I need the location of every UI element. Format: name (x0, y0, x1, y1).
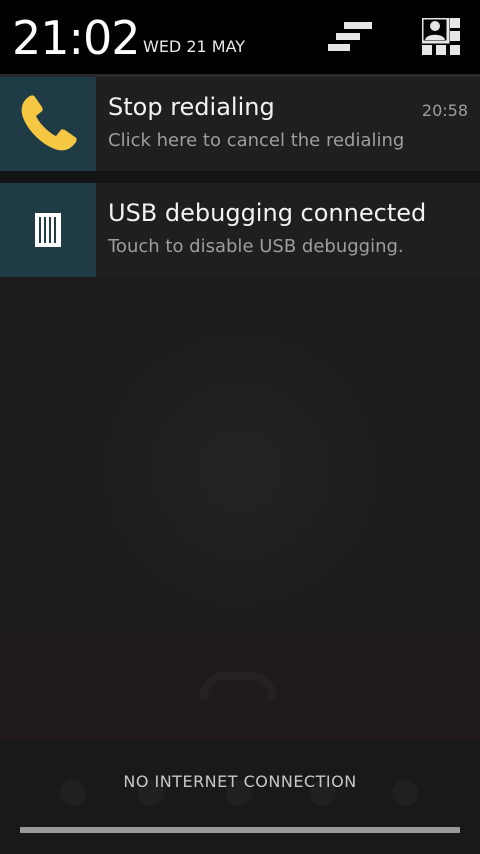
usb-icon (0, 183, 96, 277)
phone-icon (0, 77, 96, 171)
notification-title: USB debugging connected (108, 199, 427, 227)
notification-time: 20:58 (421, 101, 468, 120)
notification-title: Stop redialing (108, 93, 275, 121)
notification-separator (0, 171, 480, 183)
background-end-call-icon (200, 672, 276, 700)
notification-usb-debugging[interactable]: USB debugging connected Touch to disable… (0, 183, 480, 277)
background-dial-circle (70, 300, 410, 640)
quick-settings-icon[interactable] (420, 16, 466, 58)
shade-drag-handle[interactable] (20, 827, 460, 833)
carrier-label: NO INTERNET CONNECTION (123, 772, 357, 791)
notification-stop-redialing[interactable]: Stop redialing Click here to cancel the … (0, 77, 480, 171)
notification-list-icon[interactable] (328, 18, 372, 58)
notification-text: Click here to cancel the redialing (108, 130, 405, 151)
date: WED 21 MAY (143, 37, 246, 56)
clock: 21:02 (12, 11, 141, 65)
notification-header: 21:02 WED 21 MAY (0, 0, 480, 74)
notification-text: Touch to disable USB debugging. (108, 236, 404, 257)
